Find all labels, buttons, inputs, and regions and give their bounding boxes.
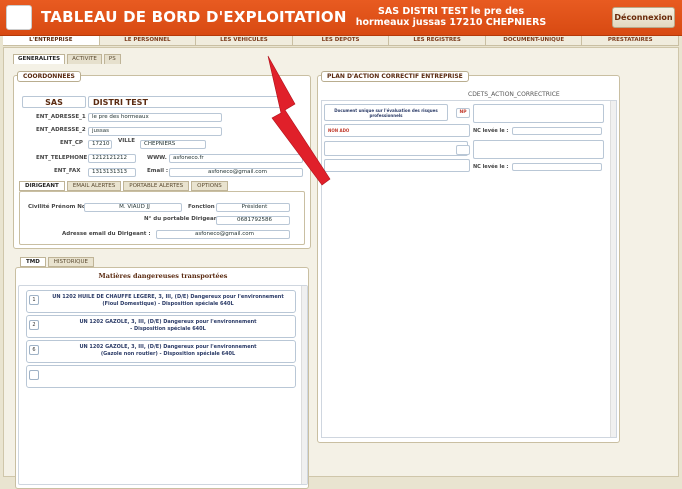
email-dirigeant-input[interactable]: asfoneco@gmail.com [156,230,290,239]
item-number[interactable]: 2 [29,320,39,330]
item-description: UN 1202 GAZOLE, 3, III, (D/E) Dangereux … [43,344,293,357]
fonction-input[interactable]: Président [216,203,290,212]
tab-ps[interactable]: PS [103,54,121,64]
dirigeant-tabs: DIRIGEANT EMAIL ALERTES PORTABLE ALERTES… [19,181,228,191]
nc-leve-input-2[interactable] [512,163,602,171]
email-input[interactable]: asfoneco@gmail.com [169,168,303,177]
telephone-input[interactable]: 1212121212 [88,154,136,163]
label-telephone: ENT_TELEPHONE [36,155,88,161]
non-ado-text: NON ADO [328,128,350,133]
list-item[interactable]: 2 UN 1202 GAZOLE, 3, III, (D/E) Dangereu… [26,315,296,338]
nc-leve-input-1[interactable] [512,127,602,135]
document-unique-field-2[interactable] [324,141,468,156]
label-fax: ENT_FAX [54,168,81,174]
nc-leve-label-2: NC levée le : [473,164,509,170]
sub-tabs: GENERALITES ACTIVITE PS [13,54,121,64]
main-nav: L'ENTREPRISE LE PERSONNEL LES VEHICULES … [3,36,680,46]
tab-portable-alertes[interactable]: PORTABLE ALERTES [123,181,190,191]
tab-email-alertes[interactable]: EMAIL ALERTES [66,181,122,191]
fax-input[interactable]: 1313131313 [88,168,136,177]
tab-registres[interactable]: LES REGISTRES [389,36,486,45]
tmd-panel: Matières dangereuses transportées 1 UN 1… [15,267,309,489]
item-number[interactable]: 6 [29,345,39,355]
label-adresse-2: ENT_ADRESSE_2 [36,127,86,133]
label-email: Email : [147,168,169,174]
tmd-tabs: TMD HISTORIQUE [20,257,95,267]
coordonnees-panel: COORDONNEES SAS DISTRI TEST ENT_ADRESSE_… [13,71,311,249]
label-adresse-1: ENT_ADRESSE_1 [36,114,86,120]
non-ado-field-2[interactable] [324,159,470,172]
action-textarea-1[interactable] [473,104,604,123]
item-description-line-1: UN 1202 HUILE DE CHAUFFE LEGERE, 3, III,… [52,294,284,300]
company-line-1: SAS DISTRI TEST le pre des [378,6,524,17]
logout-button[interactable]: Déconnexion [612,7,675,28]
tab-personnel[interactable]: LE PERSONNEL [100,36,197,45]
list-item[interactable] [26,365,296,388]
portable-input[interactable]: 0681792586 [216,216,290,225]
plan-action-header: CDETS_ACTION_CORRECTRICE [468,91,560,98]
legal-form-field[interactable]: SAS [22,96,86,108]
item-description-line-2: - Disposition spéciale 640L [130,325,206,332]
tab-document-unique[interactable]: DOCUMENT-UNIQUE [486,36,583,45]
tab-prestataires[interactable]: PRESTATAIRES [582,36,680,45]
label-www: WWW. [147,155,167,161]
app-title: TABLEAU DE BORD D'EXPLOITATION [41,8,347,26]
item-description-line-1: UN 1202 GAZOLE, 3, III, (D/E) Dangereux … [79,319,257,325]
main-content: GENERALITES ACTIVITE PS COORDONNEES SAS … [3,47,679,489]
adresse-1-input[interactable]: le pre des hormeaux [88,113,222,122]
nc-leve-label-1: NC levée le : [473,128,509,134]
document-unique-label: Document unique sur l'évaluation des ris… [324,104,448,121]
tmd-scrollbar[interactable] [301,286,307,484]
tab-entreprise[interactable]: L'ENTREPRISE [3,36,100,45]
np-badge[interactable]: NP [456,108,470,118]
tab-vehicules[interactable]: LES VEHICULES [196,36,293,45]
company-info: SAS DISTRI TEST le pre des hormeaux juss… [331,6,571,28]
tab-dirigeant[interactable]: DIRIGEANT [19,181,65,191]
tmd-list: 1 UN 1202 HUILE DE CHAUFFE LEGERE, 3, II… [18,285,308,485]
action-textarea-2[interactable] [473,140,604,159]
www-input[interactable]: asfoneco.fr [169,154,303,163]
company-line-2: hormeaux jussas 17210 CHEPNIERS [355,17,547,28]
label-ville: VILLE [118,138,136,144]
document-unique-line-2: professionnels [369,113,403,118]
plan-action-legend: PLAN D'ACTION CORRECTIF ENTREPRISE [321,71,469,82]
tab-options[interactable]: OPTIONS [191,181,228,191]
tmd-heading: Matières dangereuses transportées [98,272,228,280]
app-header: TABLEAU DE BORD D'EXPLOITATION SAS DISTR… [0,0,682,36]
label-fonction: Fonction : [188,204,219,210]
dirigeant-panel: Civilité Prénom Nom : M. VIAUD JJ Foncti… [19,191,305,245]
item-description-line-2: (Gazole non routier) - Disposition spéci… [100,350,236,357]
np-badge-2[interactable] [456,145,470,155]
list-item[interactable]: 1 UN 1202 HUILE DE CHAUFFE LEGERE, 3, II… [26,290,296,313]
label-portable: N° du portable Dirigeant : [144,216,225,222]
plan-scrollbar[interactable] [610,101,616,437]
cp-input[interactable]: 17210 [88,140,112,149]
list-item[interactable]: 6 UN 1202 GAZOLE, 3, III, (D/E) Dangereu… [26,340,296,363]
label-email-dirigeant: Adresse email du Dirigeant : [62,231,151,237]
tab-tmd[interactable]: TMD [20,257,46,267]
adresse-2-input[interactable]: jussas [88,127,222,136]
non-ado-field[interactable]: NON ADO [324,124,470,137]
plan-action-list: Document unique sur l'évaluation des ris… [321,100,617,438]
tab-historique[interactable]: HISTORIQUE [47,257,95,267]
tab-generalites[interactable]: GENERALITES [13,54,66,64]
civilite-input[interactable]: M. VIAUD JJ [84,203,182,212]
item-description: UN 1202 HUILE DE CHAUFFE LEGERE, 3, III,… [43,294,293,307]
label-cp: ENT_CP [60,140,83,146]
tab-depots[interactable]: LES DEPOTS [293,36,390,45]
item-description: UN 1202 GAZOLE, 3, III, (D/E) Dangereux … [43,319,293,332]
company-name-field[interactable]: DISTRI TEST [88,96,284,108]
document-unique-text: Document unique sur l'évaluation des ris… [327,108,445,118]
item-number[interactable] [29,370,39,380]
item-description-line-1: UN 1202 GAZOLE, 3, III, (D/E) Dangereux … [79,344,257,350]
ville-input[interactable]: CHEPNIERS [140,140,206,149]
plan-action-panel: PLAN D'ACTION CORRECTIF ENTREPRISE CDETS… [317,71,620,443]
tab-activite[interactable]: ACTIVITE [67,54,102,64]
coordonnees-legend: COORDONNEES [17,71,81,82]
item-description-line-2: (Fioul Domestique) - Disposition spécial… [102,300,234,307]
item-number[interactable]: 1 [29,295,39,305]
logo [6,5,32,30]
